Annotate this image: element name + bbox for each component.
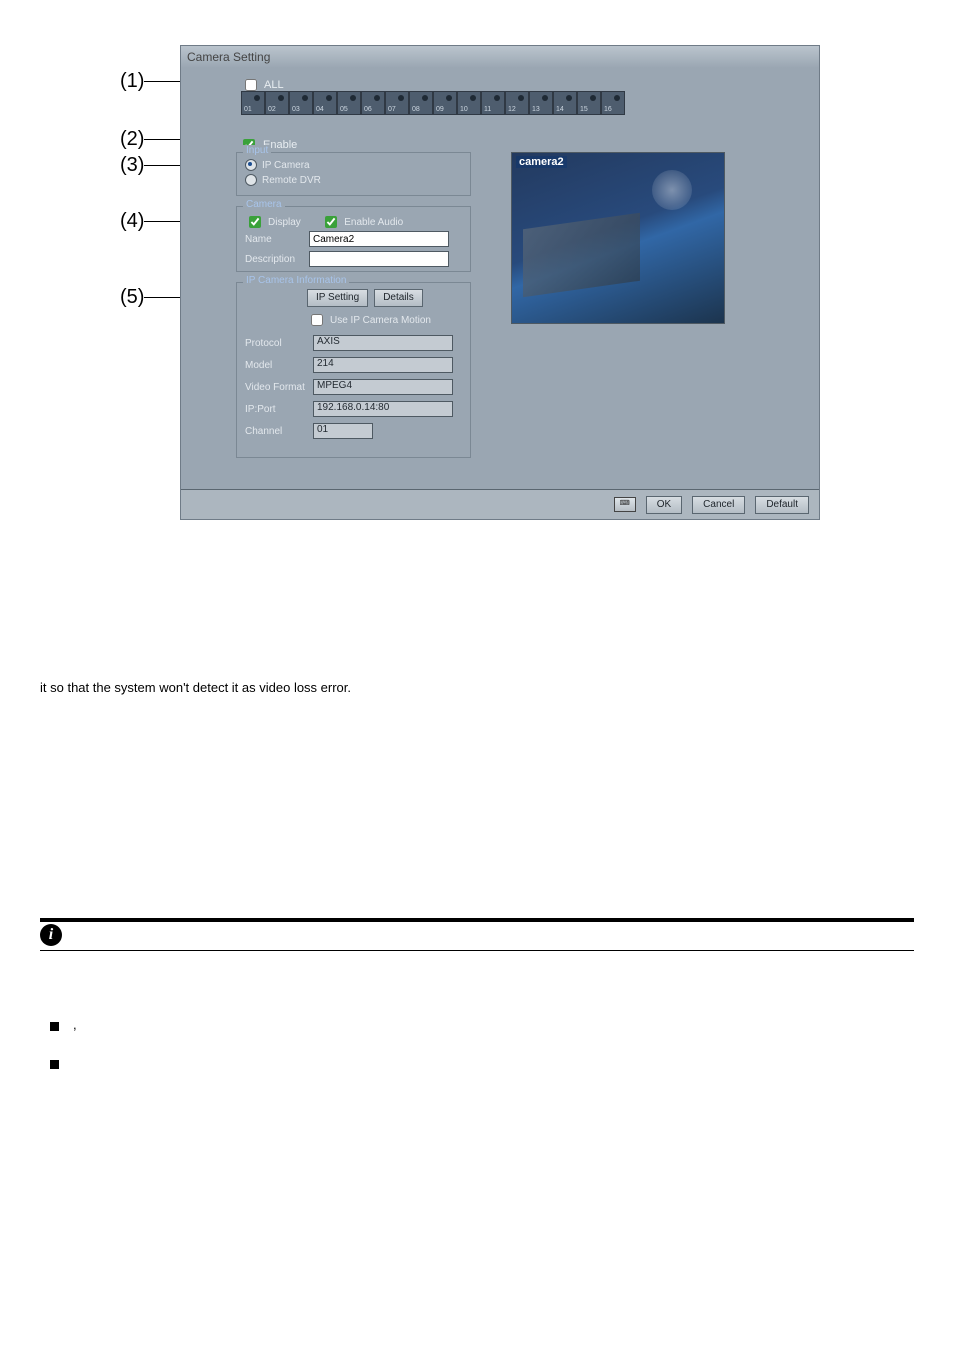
cam-thumb-14[interactable]: 14 xyxy=(553,91,577,115)
all-checkbox[interactable] xyxy=(245,79,257,91)
callout-4-label: (4) xyxy=(120,210,144,233)
display-label: Display xyxy=(268,217,301,228)
info-icon: i xyxy=(40,924,62,946)
cam-thumb-11[interactable]: 11 xyxy=(481,91,505,115)
channel-label: Channel xyxy=(245,426,305,437)
display-checkbox[interactable] xyxy=(249,216,261,228)
ip-port-label: IP:Port xyxy=(245,404,305,415)
cam-thumb-06[interactable]: 06 xyxy=(361,91,385,115)
ip-info-legend: IP Camera Information xyxy=(243,275,349,286)
bullet-row-2 xyxy=(50,1055,914,1069)
ok-button[interactable]: OK xyxy=(646,496,682,514)
callout-3-label: (3) xyxy=(120,154,144,177)
info-row: i xyxy=(40,924,914,946)
camera-groupbox: Camera Display Enable Audio Name xyxy=(236,206,471,272)
cam-thumb-01[interactable]: 01 xyxy=(241,91,265,115)
video-loss-sentence: it so that the system won't detect it as… xyxy=(40,680,914,696)
divider-thin xyxy=(40,950,914,951)
use-ip-camera-motion-label: Use IP Camera Motion xyxy=(330,315,431,326)
remote-dvr-radio-label: Remote DVR xyxy=(262,175,321,186)
cam-thumb-02[interactable]: 02 xyxy=(265,91,289,115)
page: (1) (2) (3) (4) (5) Camera Setting ALL xyxy=(0,40,954,1109)
channel-value: 01 xyxy=(313,423,373,439)
cam-thumb-16[interactable]: 16 xyxy=(601,91,625,115)
camera-setting-dialog: Camera Setting ALL 01 02 03 04 05 06 07 … xyxy=(180,45,820,520)
display-checkbox-row: Display xyxy=(245,213,301,231)
cam-thumb-15[interactable]: 15 xyxy=(577,91,601,115)
cam-thumb-07[interactable]: 07 xyxy=(385,91,409,115)
use-ip-camera-motion-checkbox[interactable] xyxy=(311,314,323,326)
remote-dvr-radio[interactable]: Remote DVR xyxy=(245,174,321,186)
ip-info-groupbox: IP Camera Information IP Setting Details… xyxy=(236,282,471,458)
description-label: Description xyxy=(245,254,301,265)
camera-thumbnails-row: 01 02 03 04 05 06 07 08 09 10 11 12 13 1… xyxy=(241,91,625,115)
square-bullet-icon xyxy=(50,1022,59,1031)
name-label: Name xyxy=(245,234,301,245)
protocol-label: Protocol xyxy=(245,338,305,349)
preview-scene-light xyxy=(652,170,692,210)
dialog-title: Camera Setting xyxy=(181,46,819,68)
name-input[interactable] xyxy=(309,231,449,247)
cam-thumb-04[interactable]: 04 xyxy=(313,91,337,115)
video-format-value: MPEG4 xyxy=(313,379,453,395)
enable-audio-checkbox[interactable] xyxy=(325,216,337,228)
cam-thumb-10[interactable]: 10 xyxy=(457,91,481,115)
details-button[interactable]: Details xyxy=(374,289,423,307)
body-text: it so that the system won't detect it as… xyxy=(0,560,954,1069)
cam-thumb-13[interactable]: 13 xyxy=(529,91,553,115)
dialog-footer: ⌨ OK Cancel Default xyxy=(181,489,819,519)
bullet-1-text: , xyxy=(73,1017,914,1033)
keyboard-icon[interactable]: ⌨ xyxy=(614,497,636,512)
cam-thumb-09[interactable]: 09 xyxy=(433,91,457,115)
callout-2-label: (2) xyxy=(120,128,144,151)
camera-legend: Camera xyxy=(243,199,285,210)
divider-thick xyxy=(40,918,914,922)
description-input[interactable] xyxy=(309,251,449,267)
enable-audio-checkbox-row: Enable Audio xyxy=(321,213,403,231)
bullet-row-1: , xyxy=(50,1017,914,1033)
cam-thumb-05[interactable]: 05 xyxy=(337,91,361,115)
model-label: Model xyxy=(245,360,305,371)
cam-thumb-08[interactable]: 08 xyxy=(409,91,433,115)
callout-1-label: (1) xyxy=(120,70,144,93)
model-value: 214 xyxy=(313,357,453,373)
preview-scene-console xyxy=(523,213,640,297)
input-groupbox: Input IP Camera Remote DVR xyxy=(236,152,471,196)
square-bullet-icon xyxy=(50,1060,59,1069)
use-ip-camera-motion-row: Use IP Camera Motion xyxy=(307,311,431,329)
default-button[interactable]: Default xyxy=(755,496,809,514)
ip-camera-radio[interactable]: IP Camera xyxy=(245,159,321,171)
protocol-value: AXIS xyxy=(313,335,453,351)
ip-setting-button[interactable]: IP Setting xyxy=(307,289,368,307)
enable-audio-label: Enable Audio xyxy=(344,217,403,228)
preview-panel: camera2 xyxy=(511,152,725,324)
cam-thumb-12[interactable]: 12 xyxy=(505,91,529,115)
all-label: ALL xyxy=(264,79,284,91)
preview-label: camera2 xyxy=(516,156,567,168)
callout-5-label: (5) xyxy=(120,286,144,309)
dialog-wrap: (1) (2) (3) (4) (5) Camera Setting ALL xyxy=(0,40,954,560)
input-legend: Input xyxy=(243,145,271,156)
cancel-button[interactable]: Cancel xyxy=(692,496,745,514)
ip-camera-radio-label: IP Camera xyxy=(262,160,310,171)
ip-port-value: 192.168.0.14:80 xyxy=(313,401,453,417)
video-format-label: Video Format xyxy=(245,382,305,393)
cam-thumb-03[interactable]: 03 xyxy=(289,91,313,115)
